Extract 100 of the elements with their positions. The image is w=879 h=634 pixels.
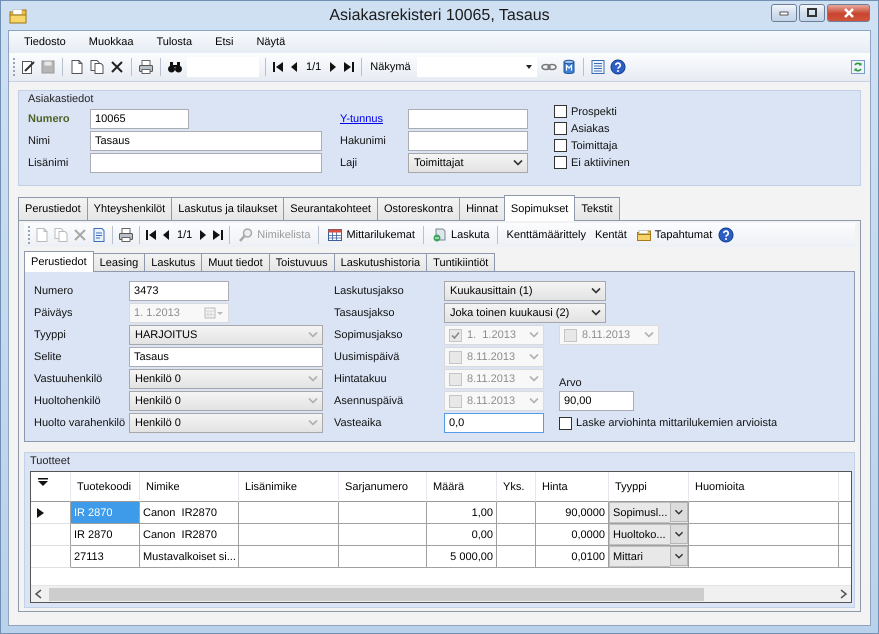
field-label: Tyyppi [34,329,67,341]
tab[interactable]: Sopimukset [504,195,576,221]
table-cell [497,502,536,524]
checkbox[interactable] [559,416,572,430]
tab[interactable]: Perustiedot [18,197,88,220]
column-header[interactable]: Huomioita [689,472,839,502]
menu-item[interactable]: Etsi [206,36,242,48]
close-icon [842,8,854,18]
chevron-down-icon [670,502,688,522]
column-header[interactable]: Määrä [427,472,497,502]
table-cell: 0,0100 [536,546,609,568]
search-field[interactable] [187,57,259,77]
toolbar-button[interactable]: Kenttämäärittely [503,225,589,245]
menu-item[interactable]: Näytä [247,36,294,48]
folder-icon [9,6,27,24]
table-icon[interactable] [327,227,344,243]
text-field[interactable] [90,153,322,173]
help-icon[interactable] [718,227,734,243]
toolbar-button[interactable]: Mittarilukemat [324,225,418,245]
last-icon[interactable] [343,60,356,74]
folder-icon[interactable] [636,227,652,243]
text-field[interactable]: 3473 [129,281,229,301]
invoice-icon[interactable] [432,227,448,243]
dropdown[interactable]: Joka toinen kuukausi (2) [444,303,606,323]
tab[interactable]: Yhteyshenkilöt [86,197,172,220]
text-field[interactable] [408,109,528,129]
horizontal-scrollbar[interactable] [31,585,851,602]
tab[interactable]: Laskutus [144,253,202,271]
tab[interactable]: Laskutus ja tilaukset [171,197,284,220]
tab[interactable]: Perustiedot [24,251,94,272]
printer-icon[interactable] [118,227,134,243]
checkbox[interactable] [554,139,567,152]
toolbar-button[interactable]: Kentät [592,225,630,245]
text-field[interactable]: Tasaus [90,131,322,151]
copy-icon[interactable] [89,59,105,75]
minimize-button[interactable] [771,4,797,22]
tab[interactable]: Tekstit [574,197,620,220]
group-title: Asiakastiedot [28,93,94,105]
tab[interactable]: Leasing [92,253,146,271]
checkbox[interactable] [554,122,567,135]
menu-item[interactable]: Muokkaa [80,36,142,48]
tab[interactable]: Toistuvuus [268,253,335,271]
tab[interactable]: Muut tiedot [201,253,270,271]
help-icon[interactable] [610,59,626,75]
column-header[interactable]: Lisänimike [239,472,339,502]
column-header[interactable]: Yks. [497,472,536,502]
check-icon [451,330,460,340]
tab[interactable]: Laskutushistoria [334,253,428,271]
tab[interactable]: Tuntikiintiöt [426,253,496,271]
close-button[interactable] [827,4,870,22]
text-field[interactable] [408,131,528,151]
tab[interactable]: Ostoreskontra [377,197,460,220]
menu-item[interactable]: Tiedosto [15,36,75,48]
field-label: Asennuspäivä [334,395,404,407]
last-icon[interactable] [212,228,224,242]
checkbox-label: Laske arviohinta mittarilukemien arvioista [576,417,778,429]
checkbox[interactable] [554,105,567,118]
calendar-icon [204,307,224,319]
database-icon[interactable] [560,59,577,75]
export-icon[interactable] [91,227,107,243]
dropdown[interactable]: HARJOITUS [129,325,323,345]
column-header[interactable]: Sarjanumero [339,472,427,502]
binoculars-icon[interactable] [167,59,183,75]
dropdown[interactable]: Henkilö 0 [129,369,323,389]
list-icon[interactable] [590,59,606,75]
new-document-icon[interactable] [69,59,85,75]
text-field[interactable]: Tasaus [129,347,323,367]
column-header[interactable]: Hinta [536,472,609,502]
dropdown[interactable]: Henkilö 0 [129,413,323,433]
dropdown[interactable]: Toimittajat [408,153,528,173]
maximize-button[interactable] [799,4,825,22]
checkbox[interactable] [554,156,567,169]
table-cell: Mustavalkoiset si... [140,546,239,568]
toolbar-button[interactable]: Laskuta [428,225,492,245]
refresh-icon[interactable] [850,59,866,75]
text-field[interactable]: 0,0 [444,413,544,433]
toolbar-button[interactable]: Tapahtumat [632,225,716,245]
dropdown[interactable]: Henkilö 0 [129,391,323,411]
delete-icon[interactable] [109,59,125,75]
first-icon[interactable] [145,228,157,242]
column-header[interactable]: Nimike [140,472,239,502]
tab[interactable]: Seurantakohteet [283,197,378,220]
type-dropdown[interactable]: Sopimusl... [609,502,689,524]
link[interactable]: Y-tunnus [340,113,408,125]
menu-item[interactable]: Tulosta [147,36,202,48]
filter-icon[interactable] [37,478,49,486]
column-header[interactable]: Tyyppi [609,472,689,502]
first-icon[interactable] [272,60,284,74]
type-dropdown[interactable]: Mittari [609,546,689,568]
column-header[interactable]: Tuotekoodi [71,472,140,502]
row-header[interactable] [31,502,71,524]
table-cell: Canon IR2870 [140,524,239,546]
dropdown[interactable]: Kuukausittain (1) [444,281,606,301]
text-field[interactable]: 10065 [90,109,189,129]
printer-icon[interactable] [138,59,154,75]
text-field[interactable]: 90,00 [559,391,634,411]
type-dropdown[interactable]: Huoltoko... [609,524,689,546]
chevron-down-icon [670,546,688,566]
tab[interactable]: Hinnat [459,197,505,220]
edit-icon[interactable] [20,59,36,75]
